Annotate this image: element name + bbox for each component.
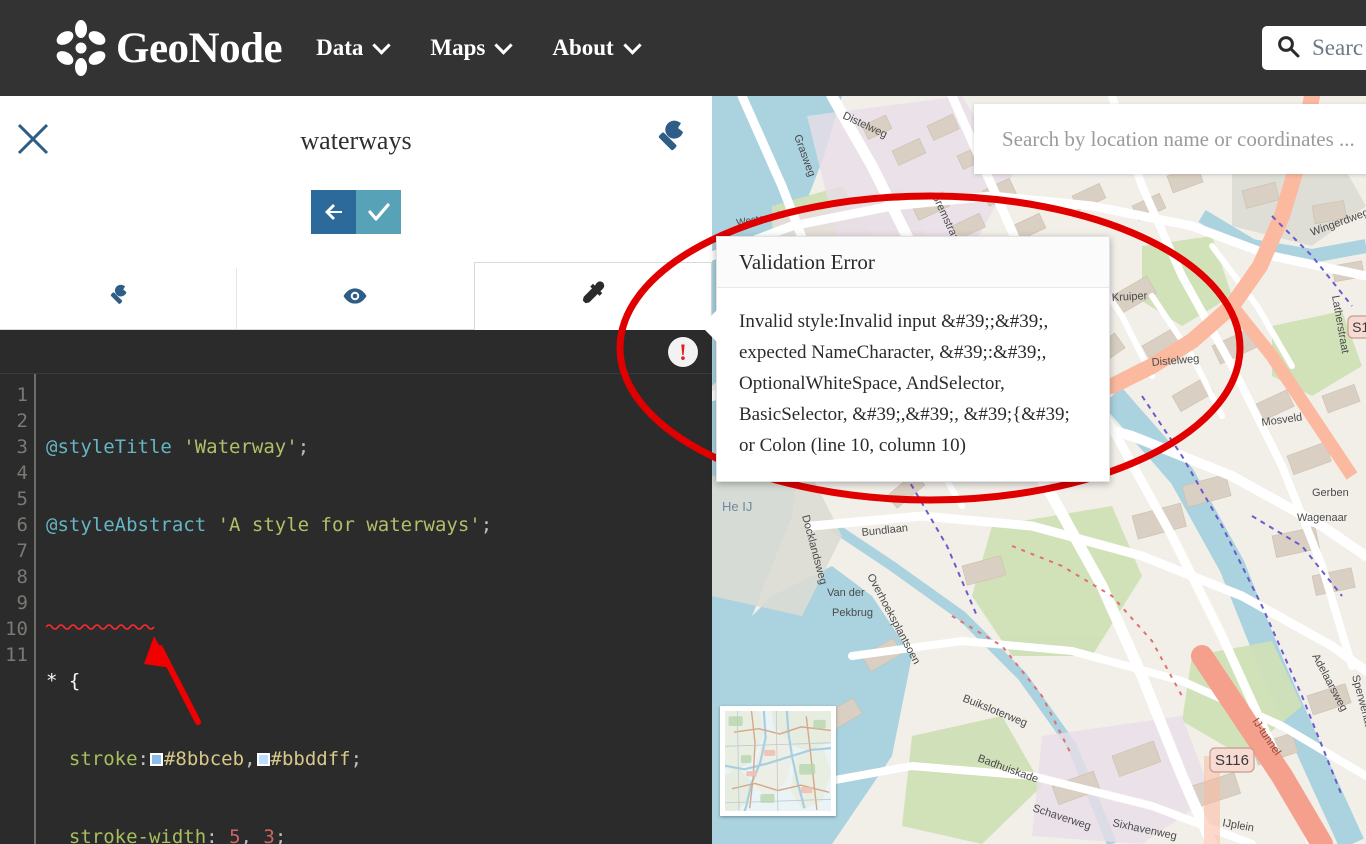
map-search-placeholder: Search by location name or coordinates .… xyxy=(1002,126,1355,151)
svg-text:Van der: Van der xyxy=(827,587,865,599)
tab-settings[interactable] xyxy=(0,268,237,330)
top-navbar: GeoNode Data Maps About Searc xyxy=(0,0,1366,96)
svg-text:He IJ: He IJ xyxy=(722,499,752,514)
editor-toolbar: ! xyxy=(0,330,712,374)
line-number: 2 xyxy=(16,410,28,432)
svg-text:S11: S11 xyxy=(1352,319,1366,335)
brand[interactable]: GeoNode xyxy=(52,19,283,77)
code-line: @styleTitle 'Waterway'; xyxy=(46,436,310,458)
global-search-placeholder: Searc xyxy=(1312,35,1364,60)
svg-text:Pekbrug: Pekbrug xyxy=(832,607,873,619)
line-number-gutter: 1 2 3 4 5 6 7 8 9 10 11 xyxy=(0,374,36,844)
validation-error-tooltip: Validation Error Invalid style:Invalid i… xyxy=(701,236,1110,482)
svg-text:S116: S116 xyxy=(1215,752,1249,769)
at-rule-styletitle: @styleTitle xyxy=(46,436,172,458)
line-number: 5 xyxy=(16,488,28,510)
line-number: 4 xyxy=(16,462,28,484)
back-button[interactable] xyxy=(311,190,356,234)
chevron-down-icon xyxy=(372,35,392,55)
tooltip-message: Invalid style:Invalid input &#39;;&#39;,… xyxy=(739,311,1070,456)
value-stroke-2: #bbddff xyxy=(270,748,351,770)
value-stroke-1: #8bbceb xyxy=(163,748,245,770)
style-editor-panel: waterways ! 1 2 3 4 5 6 7 8 9 10 11 @sty… xyxy=(0,96,712,844)
nav-item-maps[interactable]: Maps xyxy=(430,35,514,61)
at-rule-styleabstract: @styleAbstract xyxy=(46,514,207,536)
line-number: 9 xyxy=(16,592,28,614)
tab-style[interactable] xyxy=(473,262,712,330)
tab-preview[interactable] xyxy=(236,268,474,330)
nav-items: Data Maps About xyxy=(316,35,681,61)
error-squiggle-underline xyxy=(46,624,155,630)
chevron-down-icon xyxy=(494,35,514,55)
panel-action-buttons xyxy=(0,190,712,238)
color-swatch[interactable] xyxy=(256,753,270,766)
style-editor-tabs xyxy=(0,262,712,330)
line-number: 8 xyxy=(16,566,28,588)
line-number: 10 xyxy=(5,618,28,640)
svg-text:Wagenaar: Wagenaar xyxy=(1297,512,1348,524)
code-content[interactable]: @styleTitle 'Waterway'; @styleAbstract '… xyxy=(36,374,712,844)
panel-header: waterways xyxy=(0,96,712,186)
tooltip-title: Validation Error xyxy=(717,237,1109,288)
line-number: 1 xyxy=(16,384,28,406)
apply-button[interactable] xyxy=(356,190,401,234)
prop-stroke-width: stroke-width xyxy=(68,826,207,844)
minimap-canvas xyxy=(725,711,831,811)
color-swatch[interactable] xyxy=(149,753,163,766)
eyedropper-icon xyxy=(580,280,606,312)
eye-icon xyxy=(342,286,368,311)
wrench-icon xyxy=(105,283,131,314)
line-number: 6 xyxy=(16,514,28,536)
search-icon xyxy=(1276,34,1300,63)
brand-name: GeoNode xyxy=(116,24,283,72)
code-line: stroke-width: 5, 3; xyxy=(46,824,712,844)
overview-minimap[interactable] xyxy=(720,706,836,816)
nav-item-about[interactable]: About xyxy=(552,35,642,61)
map-location-search[interactable]: Search by location name or coordinates .… xyxy=(974,104,1366,174)
svg-text:Kruiper: Kruiper xyxy=(1112,290,1148,304)
nav-item-label: Data xyxy=(316,35,364,60)
page-title: waterways xyxy=(300,126,412,155)
line-number: 11 xyxy=(5,644,28,666)
code-line: stroke: #8bbceb, #bbddff; xyxy=(68,748,363,770)
flower-asterisk-logo-icon xyxy=(52,19,110,77)
code-area[interactable]: 1 2 3 4 5 6 7 8 9 10 11 @styleTitle 'Wat… xyxy=(0,374,712,844)
close-icon[interactable] xyxy=(16,122,50,156)
error-exclamation-icon[interactable]: ! xyxy=(668,337,698,367)
svg-text:Gerben: Gerben xyxy=(1312,487,1349,499)
nav-item-label: Maps xyxy=(430,35,486,60)
nav-item-data[interactable]: Data xyxy=(316,35,392,61)
code-line: * { xyxy=(46,670,81,692)
wrench-icon[interactable] xyxy=(650,118,690,163)
line-number: 7 xyxy=(16,540,28,562)
string-style-abstract: 'A style for waterways' xyxy=(217,514,481,536)
line-number: 3 xyxy=(16,436,28,458)
global-search-box[interactable]: Searc xyxy=(1262,26,1366,70)
code-editor[interactable]: ! 1 2 3 4 5 6 7 8 9 10 11 @styleTitle 'W… xyxy=(0,330,712,844)
nav-item-label: About xyxy=(552,35,614,60)
prop-stroke: stroke xyxy=(68,748,138,770)
chevron-down-icon xyxy=(622,35,642,55)
code-line: @styleAbstract 'A style for waterways'; xyxy=(46,514,493,536)
string-style-title: 'Waterway' xyxy=(183,436,298,458)
